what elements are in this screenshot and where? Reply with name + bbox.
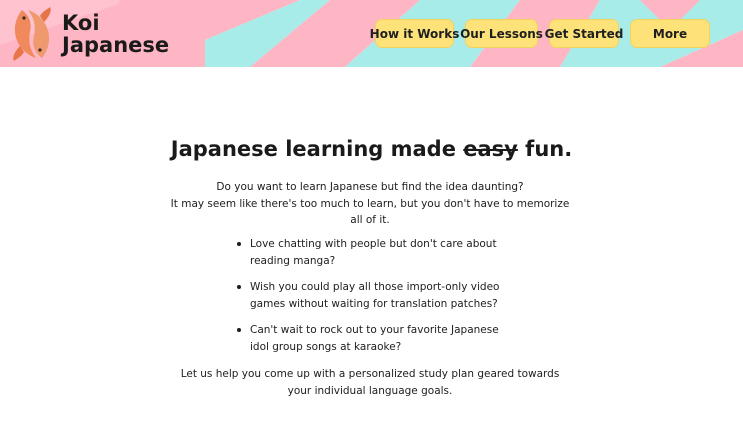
list-item-text: Love chatting with people but don't care…	[250, 238, 497, 267]
hero-cta-text: Let us help you come up with a personali…	[180, 368, 560, 397]
intro-line-2: It may seem like there's too much to lea…	[170, 197, 570, 227]
site-header: Koi Japanese How it Works Our Lessons Ge…	[0, 0, 743, 67]
headline-text-start: Japanese learning made	[170, 137, 464, 161]
koi-fish-icon	[13, 7, 51, 61]
headline-text-end: fun.	[517, 137, 573, 161]
list-item-text: Can't wait to rock out to your favorite …	[250, 324, 499, 353]
logo[interactable]: Koi Japanese	[6, 6, 169, 62]
nav-our-lessons-button[interactable]: Our Lessons	[460, 19, 543, 48]
list-item-text: Wish you could play all those import-onl…	[250, 281, 500, 310]
list-item: Love chatting with people but don't care…	[227, 236, 517, 269]
bullet-icon	[237, 328, 241, 332]
logo-line-1: Koi	[62, 11, 100, 35]
nav-get-started-button[interactable]: Get Started	[545, 19, 623, 48]
headline-struck-word: easy	[463, 137, 518, 161]
logo-wordmark: Koi Japanese	[62, 12, 169, 56]
feature-list: Love chatting with people but don't care…	[227, 236, 517, 365]
intro-line-1: Do you want to learn Japanese but find t…	[216, 181, 524, 193]
bullet-icon	[237, 242, 241, 246]
hero-intro: Do you want to learn Japanese but find t…	[170, 179, 570, 229]
logo-line-2: Japanese	[62, 33, 170, 57]
list-item: Can't wait to rock out to your favorite …	[227, 322, 517, 355]
hero-headline: Japanese learning made easy fun.	[0, 137, 743, 161]
bullet-icon	[237, 285, 241, 289]
nav-more-button[interactable]: More	[630, 19, 710, 48]
list-item: Wish you could play all those import-onl…	[227, 279, 517, 312]
nav-how-it-works-button[interactable]: How it Works	[370, 19, 459, 48]
